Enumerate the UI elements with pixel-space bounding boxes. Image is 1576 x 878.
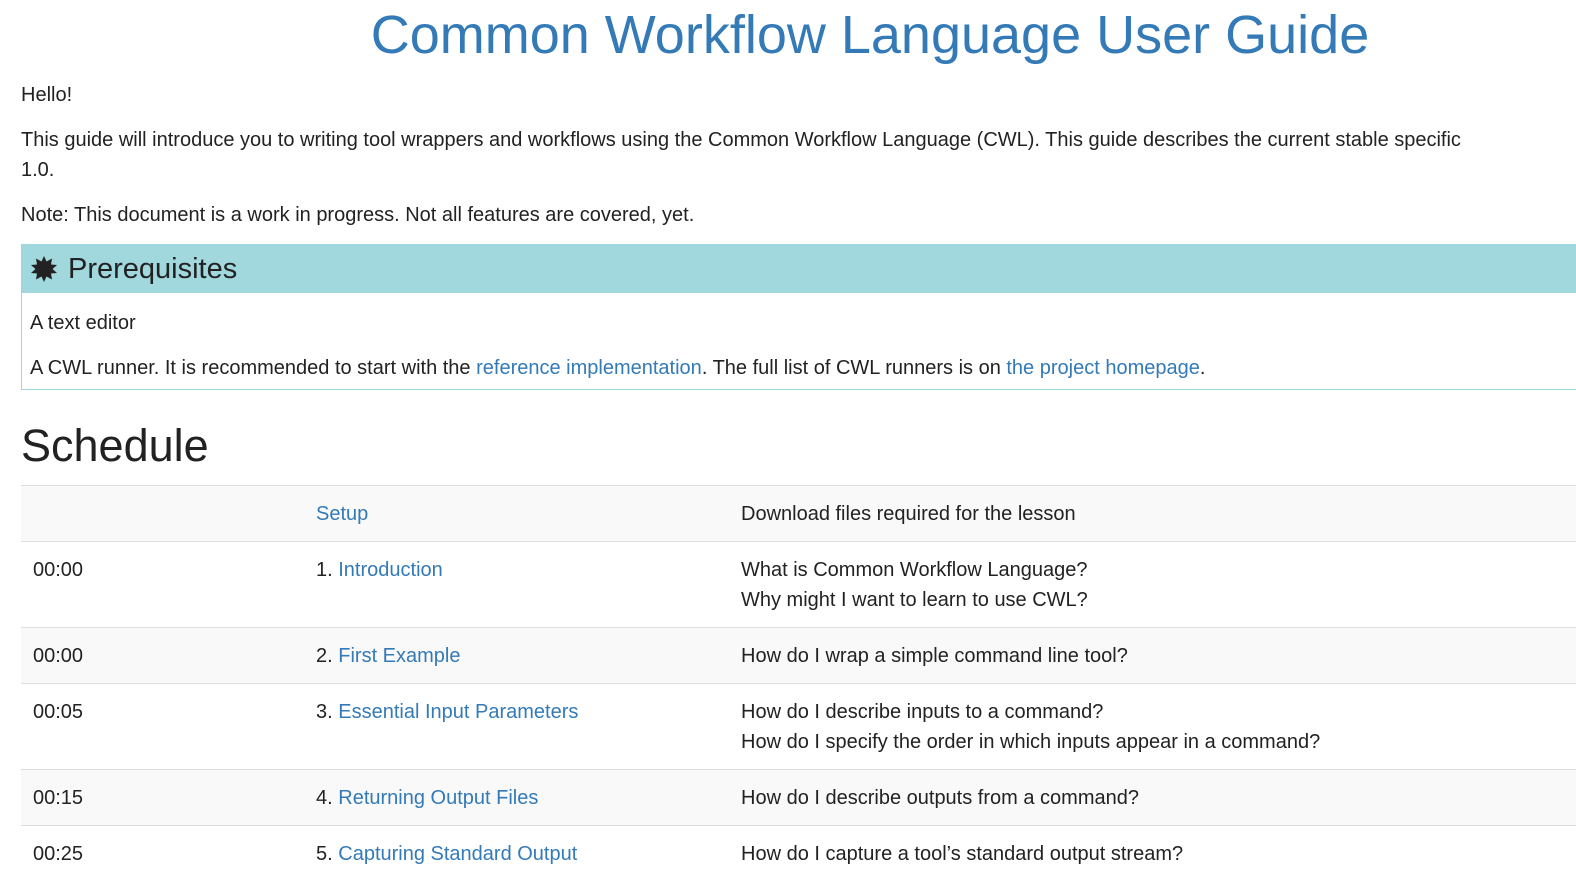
episode-cell: Setup — [304, 485, 729, 542]
episode-link[interactable]: Setup — [316, 503, 368, 525]
starburst-icon — [30, 255, 58, 283]
prerequisites-heading: Prerequisites — [68, 252, 238, 285]
table-row: 00:25 5. Capturing Standard Output How do … — [21, 825, 1576, 878]
questions-cell: How do I describe inputs to a command? Ho… — [729, 683, 1576, 770]
table-row: Setup Download files required for the les… — [21, 485, 1576, 542]
questions-cell: What is Common Workflow Language? Why mig… — [729, 541, 1576, 628]
episode-number: 5. — [316, 843, 339, 865]
time-cell: 00:05 — [21, 683, 304, 770]
questions-cell: How do I describe outputs from a command… — [729, 769, 1576, 826]
time-cell: 00:25 — [21, 825, 304, 878]
question-text: How do I describe inputs to a command? — [741, 701, 1104, 723]
time-cell: 00:15 — [21, 769, 304, 826]
question-text: Why might I want to learn to use CWL? — [741, 589, 1088, 611]
table-row: 00:00 1. Introduction What is Common Workf… — [21, 541, 1576, 628]
time-cell — [21, 485, 304, 542]
time-cell: 00:00 — [21, 541, 304, 628]
reference-implementation-link[interactable]: reference implementation — [476, 357, 702, 379]
prerequisite-text: . The full list of CWL runners is on — [701, 357, 1007, 379]
episode-number: 2. — [316, 645, 339, 667]
table-row: 00:15 4. Returning Output Files How do I d… — [21, 769, 1576, 826]
episode-cell: 3. Essential Input Parameters — [304, 683, 729, 770]
questions-cell: How do I wrap a simple command line tool… — [729, 627, 1576, 684]
episode-link[interactable]: Capturing Standard Output — [338, 843, 577, 865]
prerequisite-item: A CWL runner. It is recommended to start… — [30, 353, 1205, 383]
question-text: How do I specify the order in which inpu… — [741, 731, 1321, 753]
table-row: 00:00 2. First Example How do I wrap a sim… — [21, 627, 1576, 684]
episode-link[interactable]: First Example — [338, 645, 460, 667]
prerequisite-item: A text editor — [30, 312, 136, 334]
prerequisites-header: Prerequisites — [22, 245, 1576, 293]
note-text: Note: This document is a work in progres… — [21, 204, 695, 226]
intro-text-line2: 1.0. — [21, 159, 55, 181]
project-homepage-link[interactable]: the project homepage — [1006, 357, 1199, 379]
question-text: How do I describe outputs from a command… — [741, 787, 1139, 809]
episode-cell: 1. Introduction — [304, 541, 729, 628]
episode-cell: 4. Returning Output Files — [304, 769, 729, 826]
episode-cell: 2. First Example — [304, 627, 729, 684]
greeting-text: Hello! — [21, 84, 73, 106]
episode-cell: 5. Capturing Standard Output — [304, 825, 729, 878]
page-title: Common Workflow Language User Guide — [370, 5, 1370, 65]
episode-number: 3. — [316, 701, 339, 723]
time-cell: 00:00 — [21, 627, 304, 684]
episode-number: 4. — [316, 787, 339, 809]
page: Common Workflow Language User Guide Hell… — [0, 0, 1576, 878]
question-text: How do I wrap a simple command line tool… — [741, 645, 1128, 667]
episode-link[interactable]: Returning Output Files — [338, 787, 538, 809]
schedule-heading: Schedule — [21, 420, 209, 471]
episode-link[interactable]: Essential Input Parameters — [338, 701, 578, 723]
prerequisites-callout: Prerequisites A text editor A CWL runner… — [21, 244, 1576, 390]
schedule-table: Setup Download files required for the les… — [21, 485, 1576, 878]
question-text: What is Common Workflow Language? — [741, 559, 1088, 581]
questions-cell: How do I capture a tool’s standard outpu… — [729, 825, 1576, 878]
question-text: Download files required for the lesson — [741, 503, 1076, 525]
intro-text-line1: This guide will introduce you to writing… — [21, 129, 1461, 151]
table-row: 00:05 3. Essential Input Parameters How do… — [21, 683, 1576, 770]
prerequisite-text: . — [1199, 357, 1206, 379]
prerequisite-text: A CWL runner. It is recommended to start… — [30, 357, 477, 379]
episode-link[interactable]: Introduction — [338, 559, 443, 581]
episode-number: 1. — [316, 559, 339, 581]
questions-cell: Download files required for the lesson — [729, 485, 1576, 542]
question-text: How do I capture a tool’s standard outpu… — [741, 843, 1184, 865]
